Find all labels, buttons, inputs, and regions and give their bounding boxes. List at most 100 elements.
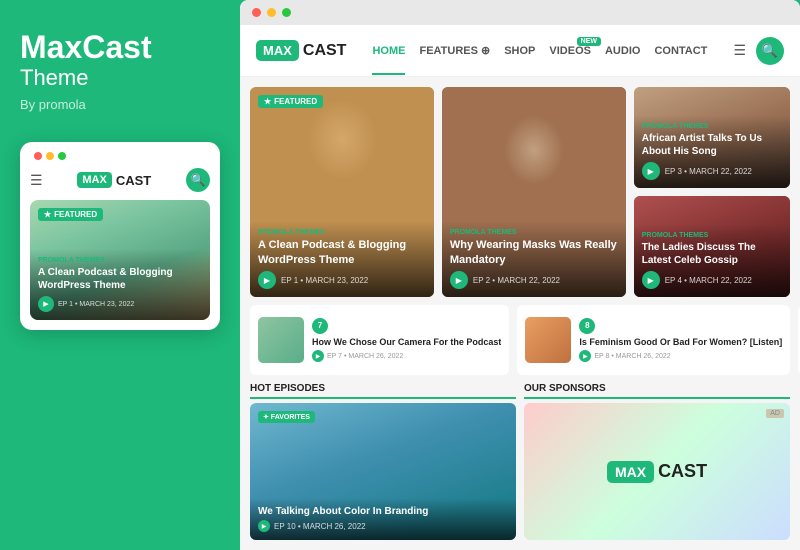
card1-play-button[interactable]: ▶ — [258, 271, 276, 289]
small-card-1-num: 7 — [312, 318, 328, 334]
browser-dot-red[interactable] — [252, 8, 261, 17]
card2-meta: ▶ EP 2 • MARCH 22, 2022 — [450, 271, 618, 289]
desktop-logo-text: CAST — [303, 42, 347, 60]
mobile-featured-card: ★ FEATURED PROMOLA THEMES A Clean Podcas… — [30, 200, 210, 320]
card1-overlay: PROMOLA THEMES A Clean Podcast & Bloggin… — [250, 221, 434, 297]
small-card-1-title: How We Chose Our Camera For the Podcast — [312, 337, 501, 349]
nav-link-contact[interactable]: CONTACT — [654, 45, 707, 57]
mobile-logo-text: CAST — [116, 173, 151, 188]
hot-episodes-card[interactable]: ✦ FAVORITES We Talking About Color In Br… — [250, 403, 516, 540]
mobile-search-button[interactable]: 🔍 — [186, 168, 210, 192]
small-card-2-thumb — [525, 317, 571, 363]
card3-ep-text: EP 3 • MARCH 22, 2022 — [665, 167, 752, 176]
card4-overlay: PROMOLA THEMES The Ladies Discuss The La… — [634, 224, 790, 297]
small-card-2-info: 8 Is Feminism Good Or Bad For Women? [Li… — [579, 318, 782, 363]
small-card-2-ep: EP 8 • MARCH 26, 2022 — [594, 353, 670, 360]
card2-label: PROMOLA THEMES — [450, 229, 618, 236]
card3-label: PROMOLA THEMES — [642, 123, 782, 130]
featured-card-3[interactable]: PROMOLA THEMES African Artist Talks To U… — [634, 87, 790, 188]
bottom-row: HOT EPISODES ✦ FAVORITES We Talking Abou… — [250, 383, 790, 540]
main-content: ★ FEATURED PROMOLA THEMES A Clean Podcas… — [240, 77, 800, 550]
mobile-dot-green — [58, 152, 66, 160]
hot-ep-overlay: We Talking About Color In Branding ▶ EP … — [250, 498, 516, 540]
sponsors-title: OUR SPONSORS — [524, 383, 790, 399]
mobile-card-title: A Clean Podcast & Blogging WordPress The… — [38, 266, 202, 292]
nav-icon-group: ☰ 🔍 — [733, 37, 784, 65]
card1-title: A Clean Podcast & Blogging WordPress The… — [258, 238, 426, 267]
browser-dot-green[interactable] — [282, 8, 291, 17]
desktop-logo: MAX CAST — [256, 40, 346, 61]
hot-ep-play[interactable]: ▶ — [258, 520, 270, 532]
card3-title: African Artist Talks To Us About His Son… — [642, 132, 782, 158]
hot-episodes-title: HOT EPISODES — [250, 383, 516, 399]
card4-play-button[interactable]: ▶ — [642, 271, 660, 289]
hot-episodes-section: HOT EPISODES ✦ FAVORITES We Talking Abou… — [250, 383, 516, 540]
nav-link-shop[interactable]: SHOP — [504, 45, 535, 57]
mobile-play-button[interactable]: ▶ — [38, 296, 54, 312]
search-button[interactable]: 🔍 — [756, 37, 784, 65]
featured-grid: ★ FEATURED PROMOLA THEMES A Clean Podcas… — [250, 87, 790, 297]
hamburger-button[interactable]: ☰ — [733, 42, 746, 59]
hot-ep-title: We Talking About Color In Branding — [258, 506, 508, 517]
small-card-2-meta: ▶ EP 8 • MARCH 26, 2022 — [579, 350, 782, 362]
sponsors-section: OUR SPONSORS AD MAX CAST — [524, 383, 790, 540]
nav-link-home[interactable]: HOME — [372, 45, 405, 57]
card4-title: The Ladies Discuss The Latest Celeb Goss… — [642, 241, 782, 267]
featured-card-4[interactable]: PROMOLA THEMES The Ladies Discuss The La… — [634, 196, 790, 297]
card4-label: PROMOLA THEMES — [642, 232, 782, 239]
nav-link-audio[interactable]: AUDIO — [605, 45, 640, 57]
mobile-featured-badge: ★ FEATURED — [38, 208, 103, 221]
featured-card-2[interactable]: PROMOLA THEMES Why Wearing Masks Was Rea… — [442, 87, 626, 297]
mobile-dot-yellow — [46, 152, 54, 160]
sponsor-content: MAX CAST — [524, 403, 790, 540]
mobile-hamburger-icon[interactable]: ☰ — [30, 172, 43, 189]
card-3-4-wrapper: PROMOLA THEMES African Artist Talks To U… — [634, 87, 790, 297]
nav-link-videos[interactable]: VIDEOS NEW — [549, 45, 591, 57]
small-card-2-num: 8 — [579, 318, 595, 334]
small-card-1[interactable]: 7 How We Chose Our Camera For the Podcas… — [250, 305, 509, 375]
mobile-dot-red — [34, 152, 42, 160]
mobile-episode-text: EP 1 • MARCH 23, 2022 — [58, 301, 134, 308]
small-card-1-ep: EP 7 • MARCH 26, 2022 — [327, 353, 403, 360]
card1-meta: ▶ EP 1 • MARCH 23, 2022 — [258, 271, 426, 289]
browser-dot-yellow[interactable] — [267, 8, 276, 17]
mobile-nav: ☰ MAX CAST 🔍 — [30, 168, 210, 192]
mobile-dots — [34, 152, 66, 160]
right-panel: MAX CAST HOME FEATURES ⊕ SHOP VIDEOS NEW… — [240, 0, 800, 550]
card1-label: PROMOLA THEMES — [258, 229, 426, 236]
sponsor-box: AD MAX CAST — [524, 403, 790, 540]
mobile-card-content: PROMOLA THEMES A Clean Podcast & Bloggin… — [30, 249, 210, 320]
small-card-2[interactable]: 8 Is Feminism Good Or Bad For Women? [Li… — [517, 305, 790, 375]
card2-title: Why Wearing Masks Was Really Mandatory — [450, 238, 618, 267]
small-card-2-title: Is Feminism Good Or Bad For Women? [List… — [579, 337, 782, 349]
browser-chrome — [240, 0, 800, 25]
card3-meta: ▶ EP 3 • MARCH 22, 2022 — [642, 162, 782, 180]
small-card-1-meta: ▶ EP 7 • MARCH 26, 2022 — [312, 350, 501, 362]
small-card-1-info: 7 How We Chose Our Camera For the Podcas… — [312, 318, 501, 363]
small-card-1-thumb — [258, 317, 304, 363]
mobile-logo-box: MAX — [77, 172, 111, 188]
small-card-2-play[interactable]: ▶ — [579, 350, 591, 362]
mobile-logo: MAX CAST — [77, 172, 151, 188]
nav-link-features[interactable]: FEATURES ⊕ — [419, 44, 490, 57]
star-icon: ★ — [264, 97, 271, 106]
mobile-card-meta: ▶ EP 1 • MARCH 23, 2022 — [38, 296, 202, 312]
sponsor-logo: MAX CAST — [607, 461, 707, 483]
card2-ep-text: EP 2 • MARCH 22, 2022 — [473, 276, 560, 285]
card4-meta: ▶ EP 4 • MARCH 22, 2022 — [642, 271, 782, 289]
card3-play-button[interactable]: ▶ — [642, 162, 660, 180]
desktop-nav-links: HOME FEATURES ⊕ SHOP VIDEOS NEW AUDIO CO… — [366, 44, 713, 57]
hot-ep-meta: ▶ EP 10 • MARCH 26, 2022 — [258, 520, 508, 532]
small-card-1-play[interactable]: ▶ — [312, 350, 324, 362]
card4-ep-text: EP 4 • MARCH 22, 2022 — [665, 276, 752, 285]
sponsor-logo-text: CAST — [658, 461, 707, 482]
card2-overlay: PROMOLA THEMES Why Wearing Masks Was Rea… — [442, 221, 626, 297]
hot-ep-ep-text: EP 10 • MARCH 26, 2022 — [274, 522, 366, 531]
card2-play-button[interactable]: ▶ — [450, 271, 468, 289]
brand-by: By promola — [20, 97, 220, 112]
mobile-browser-bar — [30, 152, 210, 160]
star-icon: ★ — [44, 210, 51, 219]
videos-new-badge: NEW — [577, 37, 601, 46]
ad-badge: AD — [766, 409, 784, 418]
featured-card-1[interactable]: ★ FEATURED PROMOLA THEMES A Clean Podcas… — [250, 87, 434, 297]
